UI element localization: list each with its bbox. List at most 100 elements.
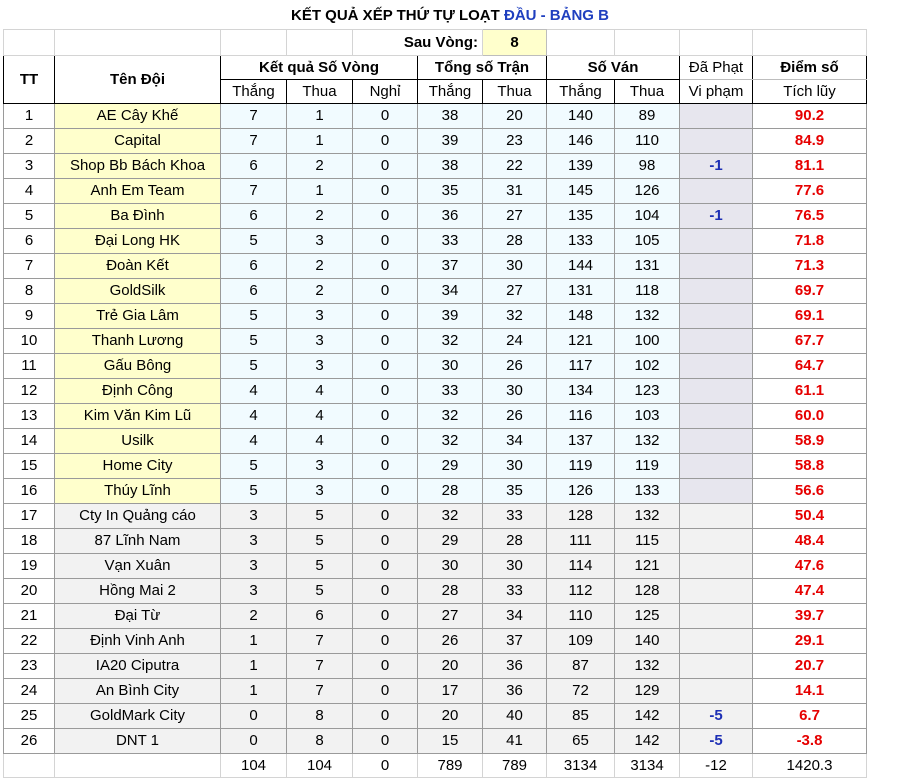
round-rests-cell[interactable]: 0 bbox=[352, 502, 418, 529]
round-rests-cell[interactable]: 0 bbox=[352, 377, 418, 404]
game-losses-cell[interactable]: 100 bbox=[614, 327, 680, 354]
round-rests-cell[interactable]: 0 bbox=[352, 727, 418, 754]
round-rests-cell[interactable]: 0 bbox=[352, 402, 418, 429]
game-losses-cell[interactable]: 102 bbox=[614, 352, 680, 379]
points-cell[interactable]: 61.1 bbox=[752, 377, 867, 404]
team-name-cell[interactable]: DNT 1 bbox=[54, 727, 221, 754]
round-rests-cell[interactable]: 0 bbox=[352, 202, 418, 229]
round-losses-cell[interactable]: 1 bbox=[286, 177, 353, 204]
rank-cell[interactable]: 8 bbox=[3, 277, 55, 304]
match-losses-cell[interactable]: 31 bbox=[482, 177, 547, 204]
game-losses-cell[interactable]: 89 bbox=[614, 102, 680, 129]
team-name-cell[interactable]: GoldMark City bbox=[54, 702, 221, 729]
round-wins-cell[interactable]: 5 bbox=[220, 452, 287, 479]
game-losses-cell[interactable]: 129 bbox=[614, 677, 680, 704]
round-wins-cell[interactable]: 3 bbox=[220, 552, 287, 579]
penalty-cell[interactable] bbox=[679, 377, 753, 404]
match-losses-cell[interactable]: 33 bbox=[482, 577, 547, 604]
game-losses-cell[interactable]: 142 bbox=[614, 727, 680, 754]
round-rests-cell[interactable]: 0 bbox=[352, 327, 418, 354]
round-losses-cell[interactable]: 1 bbox=[286, 127, 353, 154]
rank-cell[interactable]: 12 bbox=[3, 377, 55, 404]
game-losses-cell[interactable]: 119 bbox=[614, 452, 680, 479]
round-losses-cell[interactable]: 5 bbox=[286, 527, 353, 554]
match-losses-cell[interactable]: 28 bbox=[482, 227, 547, 254]
game-wins-cell[interactable]: 116 bbox=[546, 402, 615, 429]
round-rests-cell[interactable]: 0 bbox=[352, 227, 418, 254]
points-cell[interactable]: 81.1 bbox=[752, 152, 867, 179]
game-losses-cell[interactable]: 131 bbox=[614, 252, 680, 279]
game-wins-cell[interactable]: 112 bbox=[546, 577, 615, 604]
rank-cell[interactable]: 15 bbox=[3, 452, 55, 479]
rank-cell[interactable]: 26 bbox=[3, 727, 55, 754]
team-name-cell[interactable]: Kim Văn Kim Lũ bbox=[54, 402, 221, 429]
round-wins-cell[interactable]: 7 bbox=[220, 102, 287, 129]
game-wins-cell[interactable]: 114 bbox=[546, 552, 615, 579]
game-losses-cell[interactable]: 132 bbox=[614, 652, 680, 679]
team-name-cell[interactable]: Ba Đình bbox=[54, 202, 221, 229]
round-losses-cell[interactable]: 8 bbox=[286, 702, 353, 729]
round-rests-cell[interactable]: 0 bbox=[352, 127, 418, 154]
game-wins-cell[interactable]: 128 bbox=[546, 502, 615, 529]
round-wins-cell[interactable]: 1 bbox=[220, 652, 287, 679]
game-losses-cell[interactable]: 98 bbox=[614, 152, 680, 179]
team-name-cell[interactable]: Trẻ Gia Lâm bbox=[54, 302, 221, 329]
points-cell[interactable]: 50.4 bbox=[752, 502, 867, 529]
points-cell[interactable]: 56.6 bbox=[752, 477, 867, 504]
match-wins-cell[interactable]: 26 bbox=[417, 627, 483, 654]
round-wins-cell[interactable]: 3 bbox=[220, 527, 287, 554]
round-rests-cell[interactable]: 0 bbox=[352, 527, 418, 554]
penalty-cell[interactable] bbox=[679, 477, 753, 504]
round-rests-cell[interactable]: 0 bbox=[352, 627, 418, 654]
game-wins-cell[interactable]: 65 bbox=[546, 727, 615, 754]
round-wins-cell[interactable]: 5 bbox=[220, 327, 287, 354]
points-cell[interactable]: 47.4 bbox=[752, 577, 867, 604]
round-rests-cell[interactable]: 0 bbox=[352, 577, 418, 604]
match-losses-cell[interactable]: 22 bbox=[482, 152, 547, 179]
game-losses-cell[interactable]: 126 bbox=[614, 177, 680, 204]
round-losses-cell[interactable]: 5 bbox=[286, 502, 353, 529]
match-losses-cell[interactable]: 36 bbox=[482, 652, 547, 679]
team-name-cell[interactable]: Định Vinh Anh bbox=[54, 627, 221, 654]
round-rests-cell[interactable]: 0 bbox=[352, 602, 418, 629]
points-cell[interactable]: 58.8 bbox=[752, 452, 867, 479]
match-losses-cell[interactable]: 37 bbox=[482, 627, 547, 654]
round-rests-cell[interactable]: 0 bbox=[352, 452, 418, 479]
match-losses-cell[interactable]: 26 bbox=[482, 402, 547, 429]
rank-cell[interactable]: 13 bbox=[3, 402, 55, 429]
rank-cell[interactable]: 4 bbox=[3, 177, 55, 204]
match-losses-cell[interactable]: 34 bbox=[482, 427, 547, 454]
match-wins-cell[interactable]: 15 bbox=[417, 727, 483, 754]
round-wins-cell[interactable]: 6 bbox=[220, 152, 287, 179]
match-wins-cell[interactable]: 28 bbox=[417, 577, 483, 604]
points-cell[interactable]: 67.7 bbox=[752, 327, 867, 354]
game-wins-cell[interactable]: 140 bbox=[546, 102, 615, 129]
match-wins-cell[interactable]: 33 bbox=[417, 227, 483, 254]
penalty-cell[interactable] bbox=[679, 527, 753, 554]
game-losses-cell[interactable]: 140 bbox=[614, 627, 680, 654]
round-rests-cell[interactable]: 0 bbox=[352, 252, 418, 279]
match-wins-cell[interactable]: 35 bbox=[417, 177, 483, 204]
rank-cell[interactable]: 10 bbox=[3, 327, 55, 354]
penalty-cell[interactable] bbox=[679, 252, 753, 279]
round-rests-cell[interactable]: 0 bbox=[352, 427, 418, 454]
round-losses-cell[interactable]: 8 bbox=[286, 727, 353, 754]
game-losses-cell[interactable]: 115 bbox=[614, 527, 680, 554]
rank-cell[interactable]: 11 bbox=[3, 352, 55, 379]
match-losses-cell[interactable]: 26 bbox=[482, 352, 547, 379]
points-cell[interactable]: -3.8 bbox=[752, 727, 867, 754]
round-losses-cell[interactable]: 3 bbox=[286, 302, 353, 329]
match-wins-cell[interactable]: 17 bbox=[417, 677, 483, 704]
points-cell[interactable]: 71.8 bbox=[752, 227, 867, 254]
team-name-cell[interactable]: Đoàn Kết bbox=[54, 252, 221, 279]
round-wins-cell[interactable]: 0 bbox=[220, 727, 287, 754]
round-losses-cell[interactable]: 3 bbox=[286, 352, 353, 379]
points-cell[interactable]: 69.7 bbox=[752, 277, 867, 304]
round-wins-cell[interactable]: 4 bbox=[220, 427, 287, 454]
penalty-cell[interactable] bbox=[679, 452, 753, 479]
rank-cell[interactable]: 5 bbox=[3, 202, 55, 229]
team-name-cell[interactable]: Shop Bb Bách Khoa bbox=[54, 152, 221, 179]
penalty-cell[interactable] bbox=[679, 427, 753, 454]
team-name-cell[interactable]: Thúy Lĩnh bbox=[54, 477, 221, 504]
team-name-cell[interactable]: Gấu Bông bbox=[54, 352, 221, 379]
